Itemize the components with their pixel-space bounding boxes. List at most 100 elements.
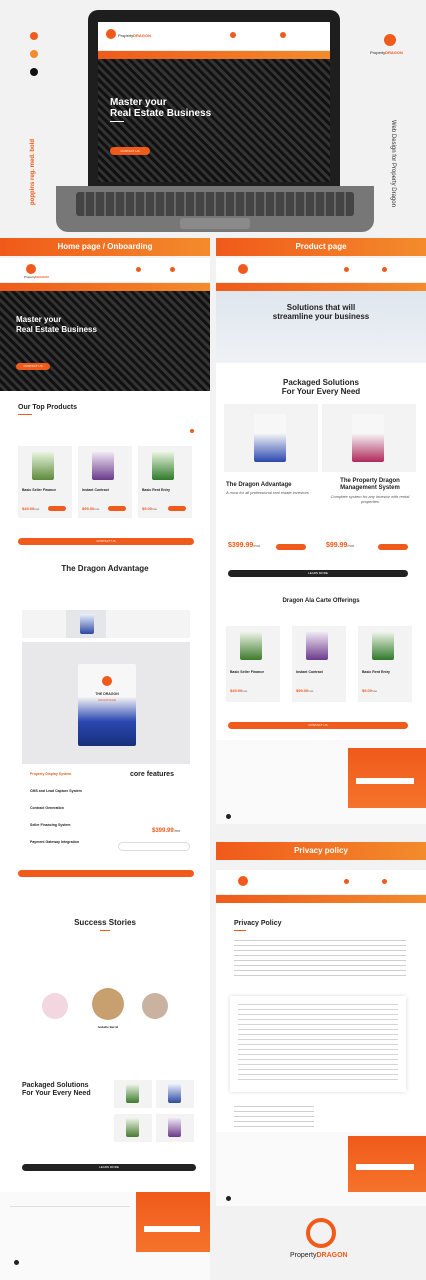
plan-2-price-unit: /mo (347, 543, 355, 548)
footer-logo-icon (14, 1260, 19, 1265)
laptop-hero: Master your Real Estate Business CONTACT… (98, 59, 330, 182)
product-name: Basic Seller Finance (22, 488, 57, 492)
core-features-title: core features (130, 771, 174, 778)
success-title: Success Stories (74, 918, 136, 927)
newsletter-email-field[interactable] (144, 1226, 200, 1232)
logo-icon (238, 264, 248, 274)
footer-newsletter (348, 1136, 426, 1192)
product-price-unit: /mo (34, 507, 40, 511)
core-price-unit: /mo (173, 828, 181, 833)
top-products-title: Our Top Products (18, 404, 77, 411)
section-label-home: Home page / Onboarding (0, 238, 210, 256)
email-icon (170, 267, 175, 272)
top-logo-text-left: Property (370, 50, 386, 55)
footer-logo-icon (226, 814, 231, 819)
features-list: Property Display System CMS and Lead Cap… (30, 772, 114, 857)
plan-2-title-2: Management System (340, 485, 400, 491)
product-box-image (92, 452, 114, 480)
footer-newsletter (348, 748, 426, 808)
ala-product-card[interactable]: Basic Rent Entry $9.00/mo (358, 626, 412, 702)
home-learn-more-button[interactable]: LEARN MORE (22, 1164, 196, 1171)
dragon-logo-icon (384, 34, 396, 46)
plan-1-price-unit: /mo (253, 543, 260, 548)
product-box-image (372, 632, 394, 660)
product-packaged-title-1: Packaged Solutions (282, 378, 360, 387)
plan-image-management[interactable] (322, 404, 416, 472)
home-site-header: PropertyDRAGON (0, 258, 210, 283)
product-card[interactable]: Instant Contract $99.00/mo (78, 446, 132, 518)
email-icon (382, 879, 387, 884)
plan-1-buy-button[interactable] (276, 544, 306, 550)
feature-item[interactable]: Property Display System (30, 772, 114, 789)
newsletter-email-field[interactable] (356, 778, 414, 784)
color-dot-dark (30, 68, 38, 76)
plan-2-subtitle: Complete system for any investor with re… (330, 494, 410, 504)
footer-divider (10, 1206, 130, 1207)
logo-icon (238, 876, 248, 886)
plan-2-buy-button[interactable] (378, 544, 408, 550)
package-box (168, 1118, 181, 1137)
product-name: Instant Contract (296, 670, 323, 674)
phone-icon (344, 267, 349, 272)
home-hero-contact-button[interactable]: CONTACT US (16, 363, 50, 370)
buy-button[interactable] (108, 506, 126, 511)
avatar-selected[interactable] (92, 988, 124, 1020)
hero-divider (110, 121, 124, 122)
laptop-contact-button[interactable]: CONTACT US (110, 147, 150, 155)
color-dot-orange (30, 32, 38, 40)
package-thumb[interactable] (156, 1080, 194, 1108)
privacy-nav-bar[interactable] (216, 895, 426, 903)
product-contact-bar-button[interactable]: CONTACT US (228, 722, 408, 729)
avatar[interactable] (42, 993, 68, 1019)
product-name: Basic Seller Finance (230, 670, 265, 674)
buy-button[interactable] (168, 506, 186, 511)
product-hero-title-2: streamline your business (272, 312, 370, 321)
product-box-image (240, 632, 262, 660)
ala-product-card[interactable]: Instant Contract $99.00/mo (292, 626, 346, 702)
title-underline (234, 930, 246, 931)
laptop-trackpad (180, 218, 250, 229)
product-price: $9.00 (142, 506, 153, 511)
package-thumb[interactable] (156, 1114, 194, 1142)
advantage-box (254, 414, 286, 462)
product-card[interactable]: Basic Seller Finance $49.00/mo (18, 446, 72, 518)
logo-text-left: Property (118, 33, 134, 38)
avatar[interactable] (142, 993, 168, 1019)
package-thumb[interactable] (114, 1080, 152, 1108)
package-thumb[interactable] (114, 1114, 152, 1142)
feature-item[interactable]: CMS and Lead Capture System (30, 789, 114, 806)
plan-image-advantage[interactable] (224, 404, 318, 472)
arrow-right-icon[interactable] (190, 429, 194, 433)
newsletter-email-field[interactable] (356, 1164, 414, 1170)
laptop-screen: PropertyDRAGON Master your Real Estate B… (98, 22, 330, 182)
product-price-unit: /mo (152, 507, 158, 511)
product-learn-more-button[interactable]: LEARN MORE (228, 570, 408, 577)
laptop-nav-bar (98, 51, 330, 59)
advantage-box: THE DRAGON ADVANTAGE (78, 664, 136, 746)
privacy-contact-text (234, 1106, 314, 1130)
ala-product-card[interactable]: Basic Seller Finance $49.00/mo (226, 626, 280, 702)
home-contact-bar-button-2[interactable] (18, 870, 194, 877)
product-box-image (306, 632, 328, 660)
product-hero-title-1: Solutions that will (286, 303, 356, 312)
home-nav-bar[interactable] (0, 283, 210, 291)
product-card[interactable]: Basic Rent Entry $9.00/mo (138, 446, 192, 518)
core-buy-button[interactable] (118, 842, 190, 851)
phone-icon (344, 879, 349, 884)
home-page: PropertyDRAGON Master your Real Estate B… (0, 258, 210, 1280)
feature-item[interactable]: Contract Generation (30, 806, 114, 823)
credit-label: Web Design for Property Dragon (390, 120, 396, 207)
privacy-page: Privacy Policy (216, 870, 426, 1206)
buy-button[interactable] (48, 506, 66, 511)
feature-item[interactable]: Payment Gateway Integration (30, 840, 114, 857)
product-price-unit: /mo (242, 689, 248, 693)
product-nav-bar[interactable] (216, 283, 426, 291)
bottom-logo-text-right: DRAGON (316, 1252, 348, 1259)
product-site-header (216, 258, 426, 283)
home-contact-bar-button[interactable]: CONTACT US (18, 538, 194, 545)
product-footer (216, 740, 426, 824)
title-underline (100, 930, 110, 931)
product-page: Solutions that will streamline your busi… (216, 258, 426, 824)
logo-icon (106, 29, 116, 39)
feature-item[interactable]: Seller Financing System (30, 823, 114, 840)
